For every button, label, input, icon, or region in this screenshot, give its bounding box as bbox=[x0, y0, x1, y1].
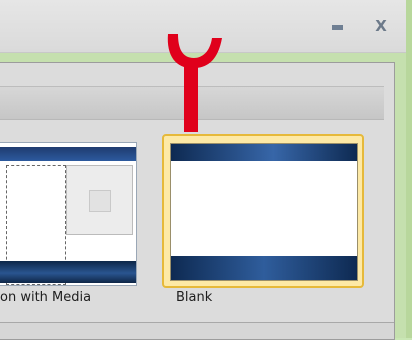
blank-slide-preview bbox=[170, 143, 358, 281]
layout-thumbnail-content-with-media[interactable] bbox=[0, 142, 137, 286]
layout-thumbnail-blank[interactable] bbox=[162, 134, 364, 288]
minimize-icon bbox=[332, 25, 343, 30]
arabic-numeral-two-annotation bbox=[167, 34, 222, 132]
media-icon bbox=[89, 190, 111, 212]
slide-footer-bar bbox=[0, 261, 136, 283]
minimize-button[interactable] bbox=[326, 14, 350, 38]
slide-title-bar bbox=[171, 144, 357, 161]
dialog-bottom-edge bbox=[0, 322, 394, 339]
close-button[interactable]: X bbox=[369, 14, 393, 38]
slide-footer-bar bbox=[171, 256, 357, 280]
slide-title-bar bbox=[0, 147, 136, 161]
close-icon: X bbox=[375, 17, 387, 35]
layout-label-content-with-media: on with Media bbox=[0, 290, 92, 305]
media-placeholder bbox=[66, 165, 133, 235]
application-window: X on with Media Blank bbox=[0, 0, 412, 340]
layout-label-blank: Blank bbox=[176, 290, 213, 305]
